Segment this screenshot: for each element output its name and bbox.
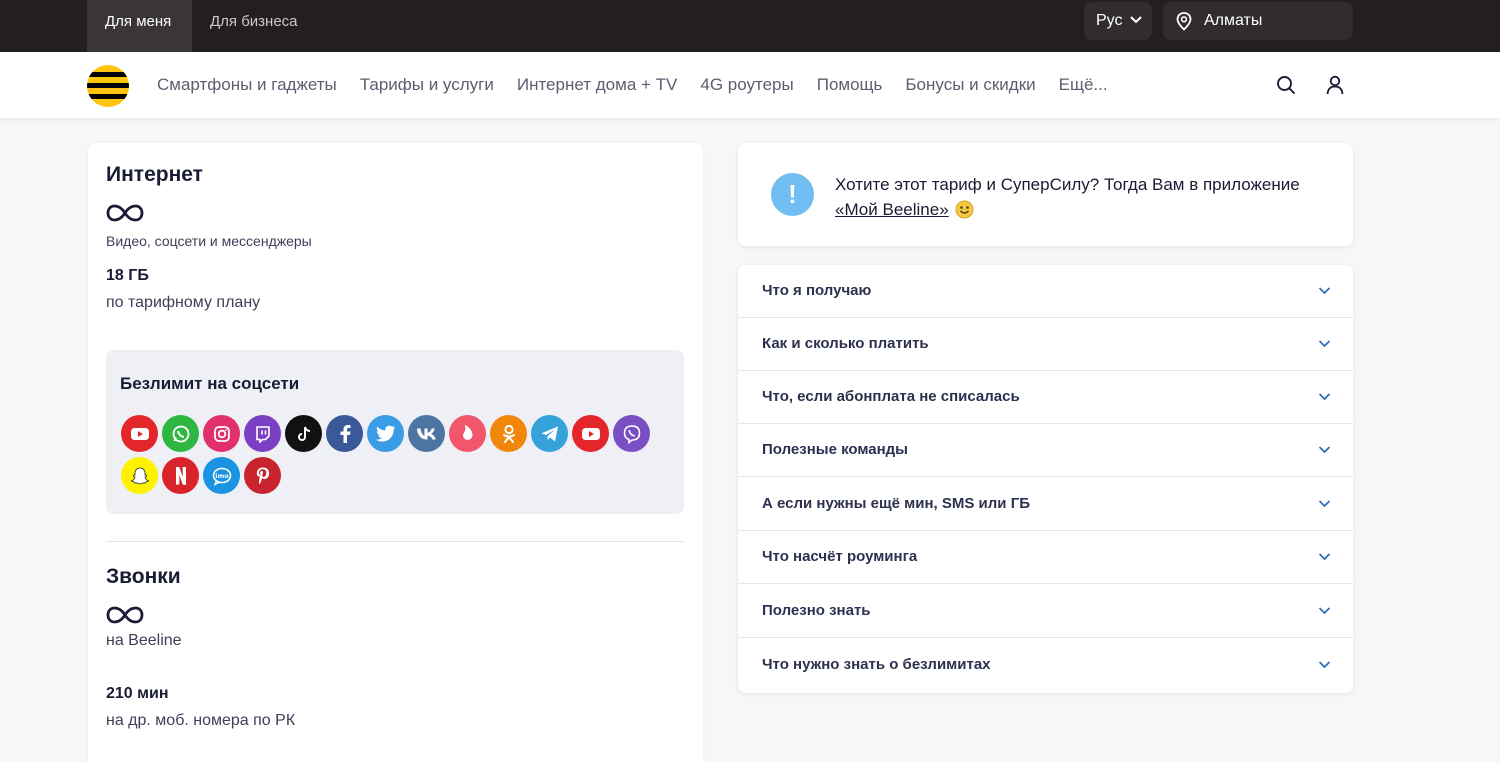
infinity-icon xyxy=(106,204,144,222)
user-icon[interactable] xyxy=(1325,75,1345,95)
viber-icon xyxy=(613,415,650,452)
twitch-icon xyxy=(244,415,281,452)
search-icon[interactable] xyxy=(1276,75,1296,95)
chevron-down-icon xyxy=(1318,446,1331,454)
nav-item-tariffs[interactable]: Тарифы и услуги xyxy=(360,75,494,95)
internet-amount: 18 ГБ xyxy=(106,267,149,284)
top-bar: Для меня Для бизнеса Рус Алматы xyxy=(0,0,1500,52)
instagram-icon xyxy=(203,415,240,452)
svg-text:imo: imo xyxy=(215,472,229,480)
nav-item-routers[interactable]: 4G роутеры xyxy=(700,75,793,95)
accordion-item[interactable]: Что, если абонплата не списалась xyxy=(738,371,1353,424)
accordion-item-label: Как и сколько платить xyxy=(762,335,929,352)
accordion-item-label: Что насчёт роуминга xyxy=(762,548,918,565)
infinity-icon xyxy=(106,606,144,624)
accordion-item-label: Что, если абонплата не списалась xyxy=(762,388,1020,405)
calls-title: Звонки xyxy=(106,565,181,588)
vk-icon xyxy=(408,415,445,452)
accordion-item[interactable]: Что насчёт роуминга xyxy=(738,531,1353,584)
exclamation-icon: ! xyxy=(771,173,814,216)
facebook-icon xyxy=(326,415,363,452)
segment-business[interactable]: Для бизнеса xyxy=(192,0,316,52)
chevron-down-icon xyxy=(1318,500,1331,508)
notice-message: Хотите этот тариф и СуперСилу? Тогда Вам… xyxy=(835,175,1300,194)
chevron-down-icon xyxy=(1318,287,1331,295)
imo-icon: imo xyxy=(203,457,240,494)
faq-accordion: Что я получаю Как и сколько платить Что,… xyxy=(738,265,1353,693)
internet-unlimited-caption: Видео, соцсети и мессенджеры xyxy=(106,233,312,249)
telegram-icon xyxy=(531,415,568,452)
netflix-icon xyxy=(162,457,199,494)
nav-item-bonuses[interactable]: Бонусы и скидки xyxy=(905,75,1035,95)
accordion-item-label: Что я получаю xyxy=(762,282,872,299)
nav-item-more[interactable]: Ещё... xyxy=(1059,75,1108,95)
accordion-item[interactable]: Что я получаю xyxy=(738,265,1353,318)
city-selector[interactable]: Алматы xyxy=(1163,2,1353,40)
social-unlimited-title: Безлимит на соцсети xyxy=(120,374,300,393)
calls-unlimited-caption: на Beeline xyxy=(106,632,182,649)
chevron-down-icon xyxy=(1318,553,1331,561)
accordion-item[interactable]: Полезные команды xyxy=(738,424,1353,477)
chevron-down-icon xyxy=(1318,340,1331,348)
smiley-icon xyxy=(955,200,974,219)
youtube-icon xyxy=(572,415,609,452)
language-selector[interactable]: Рус xyxy=(1084,2,1152,40)
tinder-icon xyxy=(449,415,486,452)
city-label: Алматы xyxy=(1204,12,1263,29)
twitter-icon xyxy=(367,415,404,452)
language-label: Рус xyxy=(1096,12,1123,29)
my-beeline-link[interactable]: «Мой Beeline» xyxy=(835,200,949,219)
pinterest-icon xyxy=(244,457,281,494)
chevron-down-icon xyxy=(1318,661,1331,669)
nav-item-home-internet[interactable]: Интернет дома + TV xyxy=(517,75,678,95)
chevron-down-icon xyxy=(1318,393,1331,401)
nav-item-smartphones[interactable]: Смартфоны и гаджеты xyxy=(157,75,337,95)
accordion-item[interactable]: Как и сколько платить xyxy=(738,318,1353,371)
accordion-item[interactable]: А если нужны ещё мин, SMS или ГБ xyxy=(738,478,1353,531)
calls-amount: 210 мин xyxy=(106,685,169,702)
divider xyxy=(106,541,684,542)
whatsapp-icon xyxy=(162,415,199,452)
accordion-item-label: А если нужны ещё мин, SMS или ГБ xyxy=(762,495,1030,512)
accordion-item-label: Полезно знать xyxy=(762,602,871,619)
odnoklassniki-icon xyxy=(490,415,527,452)
accordion-item[interactable]: Что нужно знать о безлимитах xyxy=(738,639,1353,692)
internet-amount-caption: по тарифному плану xyxy=(106,294,261,311)
accordion-item-label: Полезные команды xyxy=(762,441,908,458)
nav-item-help[interactable]: Помощь xyxy=(817,75,883,95)
tariff-details-card: Интернет Видео, соцсети и мессенджеры 18… xyxy=(88,143,703,762)
youtube-icon xyxy=(121,415,158,452)
notice-text: Хотите этот тариф и СуперСилу? Тогда Вам… xyxy=(835,172,1335,222)
calls-amount-caption: на др. моб. номера по РК xyxy=(106,712,296,729)
tiktok-icon xyxy=(285,415,322,452)
internet-title: Интернет xyxy=(106,163,203,186)
accordion-item-label: Что нужно знать о безлимитах xyxy=(762,656,991,673)
beeline-logo[interactable] xyxy=(87,65,129,107)
segment-personal[interactable]: Для меня xyxy=(87,0,192,52)
app-notice-banner: ! Хотите этот тариф и СуперСилу? Тогда В… xyxy=(738,143,1353,246)
location-pin-icon xyxy=(1176,12,1192,31)
snapchat-icon xyxy=(121,457,158,494)
main-nav: Смартфоны и гаджеты Тарифы и услуги Инте… xyxy=(0,52,1500,118)
chevron-down-icon xyxy=(1130,16,1142,24)
chevron-down-icon xyxy=(1318,607,1331,615)
social-unlimited-box: Безлимит на соцсети imo xyxy=(106,350,684,514)
accordion-item[interactable]: Полезно знать xyxy=(738,585,1353,638)
